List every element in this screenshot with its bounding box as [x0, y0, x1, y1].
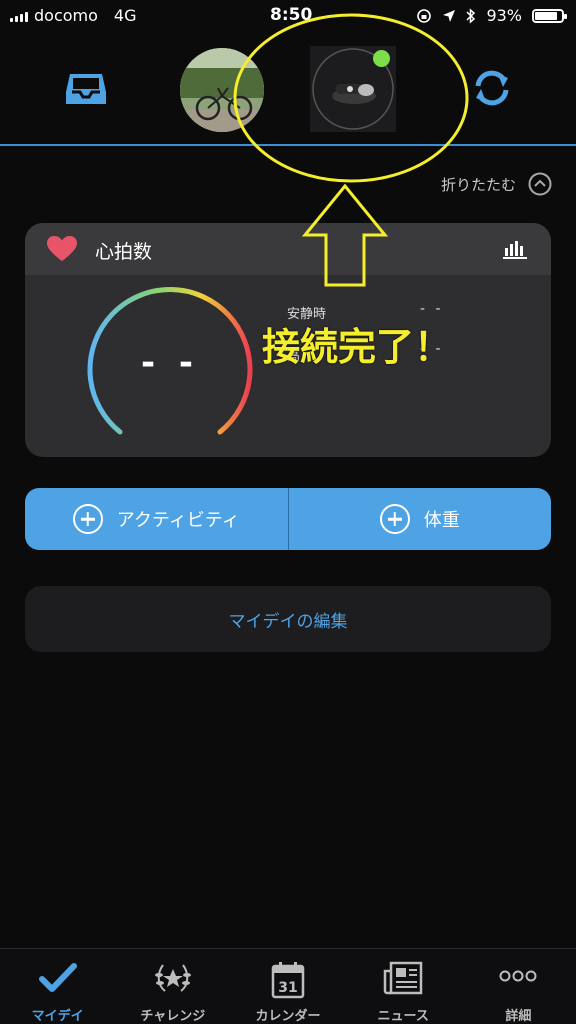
tab-bar: マイデイ チャレンジ 31 カレンダー ニュース 詳細	[0, 948, 576, 1024]
tab-label: マイデイ	[31, 1009, 84, 1024]
tab-news[interactable]: ニュース	[346, 949, 461, 1024]
collapse-toggle[interactable]: 折りたたむ	[441, 172, 552, 196]
device-header	[0, 34, 576, 144]
calendar-icon: 31	[271, 962, 305, 999]
laurel-icon	[154, 964, 191, 992]
status-left: docomo 4G	[10, 6, 136, 25]
tab-label: ニュース	[377, 1009, 429, 1024]
bar-chart-icon[interactable]	[503, 239, 527, 259]
annotation-caption: 接続完了！	[262, 325, 453, 369]
chevron-up-icon	[528, 172, 552, 196]
bluetooth-icon	[466, 7, 476, 24]
quick-add-bar: アクティビティ 体重	[25, 488, 551, 550]
connected-status-dot	[373, 50, 390, 67]
sync-icon[interactable]	[470, 66, 514, 110]
tab-more[interactable]: 詳細	[461, 949, 576, 1024]
heart-rate-card-header: 心拍数	[25, 223, 551, 275]
add-activity-button[interactable]: アクティビティ	[25, 488, 288, 550]
status-right: 93%	[416, 6, 567, 25]
tab-calendar[interactable]: 31 カレンダー	[230, 949, 345, 1024]
add-weight-label: 体重	[423, 510, 460, 531]
battery-fill	[535, 11, 557, 20]
location-icon	[443, 9, 456, 22]
plus-circle-icon	[379, 504, 410, 534]
battery-percent: 93%	[486, 6, 522, 25]
avatar-photo	[180, 48, 264, 132]
app-screen: docomo 4G 8:50 93% 折りたたむ 心拍数 - - 安静時 - -…	[0, 0, 576, 1024]
add-weight-button[interactable]: 体重	[289, 488, 552, 550]
tab-label: チャレンジ	[140, 1009, 206, 1024]
calendar-day: 31	[278, 980, 297, 996]
status-time: 8:50	[270, 5, 313, 25]
more-icon	[499, 970, 537, 982]
inbox-icon[interactable]	[64, 70, 108, 106]
plus-circle-icon	[72, 504, 103, 534]
carrier-name: docomo	[34, 6, 98, 25]
signal-icon	[10, 10, 28, 22]
resting-hr-value: - -	[420, 301, 444, 317]
check-icon	[38, 963, 77, 992]
battery-icon	[532, 8, 567, 23]
heart-icon	[47, 236, 77, 261]
network-type: 4G	[113, 6, 137, 25]
status-bar: docomo 4G 8:50 93%	[0, 0, 576, 34]
header-divider	[0, 144, 576, 146]
tab-challenges[interactable]: チャレンジ	[115, 949, 230, 1024]
user-avatar[interactable]	[180, 48, 264, 132]
edit-my-day-button[interactable]: マイデイの編集	[25, 586, 551, 652]
tab-my-day[interactable]: マイデイ	[0, 949, 115, 1024]
collapse-label: 折りたたむ	[440, 175, 516, 194]
lock-rotation-icon	[417, 8, 432, 23]
heart-rate-title: 心拍数	[95, 241, 153, 263]
news-icon	[383, 961, 423, 995]
tab-label: カレンダー	[255, 1009, 321, 1024]
add-activity-label: アクティビティ	[116, 510, 240, 531]
tab-label: 詳細	[505, 1009, 532, 1024]
current-heart-rate: - -	[140, 343, 200, 383]
